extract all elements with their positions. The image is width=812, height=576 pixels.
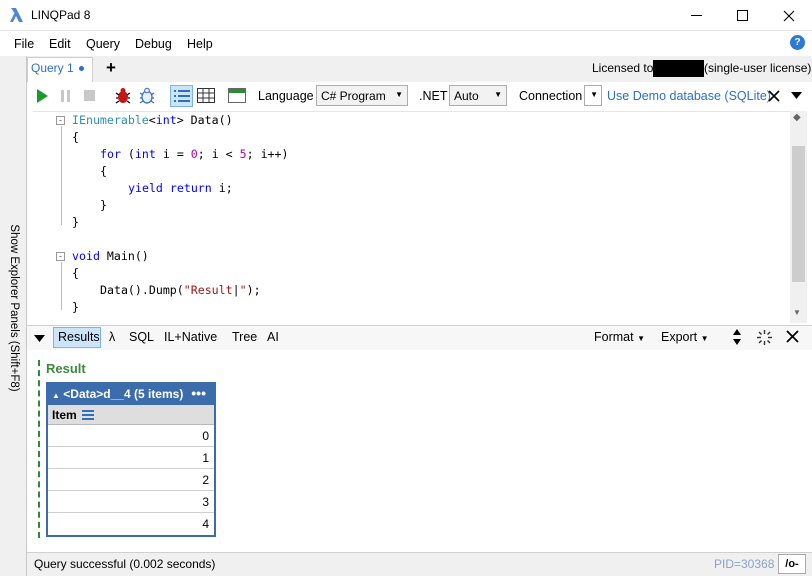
tab-ai[interactable]: AI bbox=[267, 330, 279, 344]
code-line-10[interactable]: Data().Dump("Result|"); bbox=[100, 282, 261, 299]
code-line-6[interactable]: } bbox=[100, 197, 107, 214]
optimize-toggle-button[interactable]: /o- bbox=[778, 554, 806, 574]
collapse-results-icon[interactable] bbox=[34, 332, 45, 346]
language-label: Language bbox=[258, 89, 314, 103]
more-icon[interactable]: ••• bbox=[191, 385, 206, 401]
fold-line bbox=[61, 262, 62, 310]
tab-results-label[interactable]: Results bbox=[58, 330, 100, 344]
connection-label: Connection bbox=[519, 89, 583, 103]
tab-tree[interactable]: Tree bbox=[232, 330, 257, 344]
format-menu[interactable]: Format ▼ bbox=[594, 330, 645, 344]
unsaved-dot-icon bbox=[79, 66, 84, 71]
status-text: Query successful (0.002 seconds) bbox=[34, 557, 216, 571]
code-line-1[interactable]: IEnumerable<int> Data() bbox=[72, 112, 233, 129]
menu-file[interactable]: File bbox=[14, 37, 34, 51]
export-label: Export bbox=[661, 330, 698, 344]
process-id: PID=30368 bbox=[714, 557, 775, 571]
chevron-down-icon: ▼ bbox=[637, 334, 645, 343]
sidebar-label[interactable]: Show Explorer Panels (Shift+F8) bbox=[8, 218, 20, 398]
code-line-3[interactable]: for (int i = 0; i < 5; i++) bbox=[100, 146, 289, 163]
code-line-8[interactable]: void Main() bbox=[72, 248, 149, 265]
menu-bar bbox=[0, 32, 812, 56]
code-line-5[interactable]: yield return i; bbox=[128, 180, 233, 197]
pause-icon[interactable] bbox=[56, 86, 76, 106]
add-tab-button[interactable]: + bbox=[106, 58, 116, 78]
language-select[interactable]: C# Program ▼ bbox=[316, 85, 408, 106]
license-suffix: (single-user license) bbox=[704, 61, 812, 75]
tab-sql[interactable]: SQL bbox=[129, 330, 154, 344]
close-icon[interactable] bbox=[766, 0, 812, 31]
format-label: Format bbox=[594, 330, 634, 344]
license-name-redacted bbox=[653, 60, 704, 77]
linqpad-logo-icon bbox=[9, 7, 25, 23]
bug-outline-icon[interactable] bbox=[137, 86, 157, 106]
window-title: LINQPad 8 bbox=[31, 8, 91, 22]
tab-lambda[interactable]: λ bbox=[109, 330, 115, 344]
maximize-icon[interactable] bbox=[720, 0, 766, 31]
result-heading: Result bbox=[46, 361, 86, 376]
tab-query-1-label[interactable]: Query 1 bbox=[31, 61, 74, 75]
code-line-4[interactable]: { bbox=[100, 163, 107, 180]
dump-table-header[interactable]: ▲ <Data>d__4 (5 items) ••• bbox=[48, 384, 214, 405]
rich-text-icon[interactable] bbox=[170, 85, 193, 107]
language-value: C# Program bbox=[321, 89, 386, 103]
menu-query[interactable]: Query bbox=[86, 37, 120, 51]
tab-il-native[interactable]: IL+Native bbox=[164, 330, 217, 344]
license-prefix: Licensed to bbox=[592, 61, 654, 75]
menu-edit[interactable]: Edit bbox=[49, 37, 71, 51]
run-icon[interactable] bbox=[32, 86, 52, 106]
menu-lines-icon[interactable] bbox=[82, 409, 95, 423]
table-row: 4 bbox=[202, 517, 209, 531]
scroll-down-icon[interactable]: ▼ bbox=[793, 308, 801, 317]
chevron-down-icon: ▼ bbox=[590, 90, 598, 99]
table-row: 0 bbox=[48, 425, 214, 447]
panel-icon[interactable] bbox=[227, 86, 247, 106]
code-line-11[interactable]: } bbox=[72, 299, 79, 316]
toolbar-more-icon[interactable] bbox=[786, 86, 806, 106]
clear-connection-icon[interactable] bbox=[764, 86, 784, 106]
bug-icon[interactable] bbox=[113, 86, 133, 106]
net-select[interactable]: Auto ▼ bbox=[449, 85, 507, 106]
dump-table: ▲ <Data>d__4 (5 items) ••• Item 0 1 2 3 … bbox=[46, 382, 216, 537]
editor-scrollbar-thumb[interactable] bbox=[792, 146, 805, 282]
stop-icon[interactable] bbox=[80, 86, 100, 106]
grid-icon[interactable] bbox=[196, 86, 216, 106]
column-header-item[interactable]: Item bbox=[48, 405, 214, 425]
minimize-icon[interactable] bbox=[674, 0, 720, 31]
fold-line bbox=[61, 126, 62, 225]
export-menu[interactable]: Export ▼ bbox=[661, 330, 709, 344]
table-row: 3 bbox=[48, 491, 214, 513]
connection-dropdown[interactable]: ▼ bbox=[584, 85, 602, 106]
help-icon[interactable]: ? bbox=[790, 35, 805, 50]
code-line-2[interactable]: { bbox=[72, 129, 79, 146]
result-group-marker bbox=[38, 360, 40, 538]
fold-collapse-icon[interactable]: - bbox=[56, 116, 65, 125]
code-line-7[interactable]: } bbox=[72, 214, 79, 231]
chevron-down-icon: ▼ bbox=[494, 90, 502, 99]
table-row: 2 bbox=[48, 469, 214, 491]
spinner-icon[interactable] bbox=[756, 329, 773, 349]
net-label: .NET bbox=[419, 89, 448, 103]
code-line-9[interactable]: { bbox=[72, 265, 79, 282]
menu-debug[interactable]: Debug bbox=[135, 37, 172, 51]
connection-value[interactable]: Use Demo database (SQLite) bbox=[607, 89, 771, 103]
menu-help[interactable]: Help bbox=[187, 37, 213, 51]
close-x-icon[interactable] bbox=[786, 330, 799, 346]
net-value: Auto bbox=[454, 89, 479, 103]
chevron-down-icon: ▼ bbox=[395, 90, 403, 99]
dump-table-title: <Data>d__4 (5 items) bbox=[63, 387, 184, 401]
collapse-triangle-icon[interactable]: ▲ bbox=[52, 391, 60, 400]
scroll-up-icon[interactable]: ◆ bbox=[793, 112, 801, 123]
column-header-label: Item bbox=[52, 408, 77, 422]
updown-arrows-icon[interactable] bbox=[733, 329, 741, 348]
table-row: 1 bbox=[48, 447, 214, 469]
fold-collapse-icon[interactable]: - bbox=[56, 252, 65, 261]
chevron-down-icon: ▼ bbox=[700, 334, 709, 343]
